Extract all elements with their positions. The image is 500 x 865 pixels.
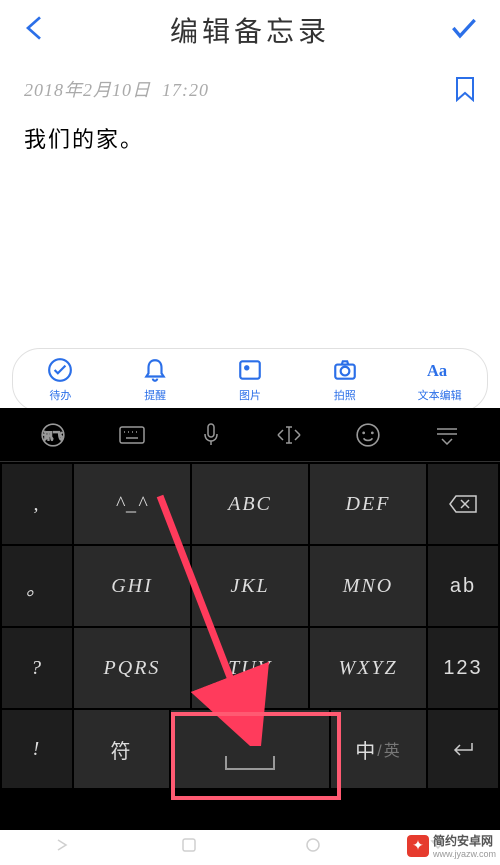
key-language[interactable]: 中/英 xyxy=(331,710,426,788)
key-period[interactable]: 。 xyxy=(2,546,72,626)
key-tuv[interactable]: TUV xyxy=(192,628,308,708)
kb-collapse-icon[interactable] xyxy=(407,425,486,445)
nav-home-icon[interactable] xyxy=(181,837,197,858)
svg-text:讯飞: 讯飞 xyxy=(44,430,64,442)
reminder-button[interactable]: 提醒 xyxy=(108,357,203,403)
camera-button[interactable]: 拍照 xyxy=(297,357,392,403)
tool-label: 图片 xyxy=(239,387,261,403)
key-123[interactable]: 123 xyxy=(428,628,498,708)
todo-button[interactable]: 待办 xyxy=(13,357,108,403)
kb-voice-icon[interactable] xyxy=(171,422,250,448)
memo-content[interactable]: 我们的家。 xyxy=(24,122,476,154)
watermark: ✦ 简约安卓网 www.jyazw.com xyxy=(407,832,496,859)
spacebar-icon xyxy=(225,756,275,770)
nav-back-icon[interactable] xyxy=(54,838,72,857)
tool-label: 文本编辑 xyxy=(418,387,462,403)
key-enter[interactable] xyxy=(428,710,498,788)
kb-cursor-icon[interactable] xyxy=(250,424,329,446)
key-ghi[interactable]: GHI xyxy=(74,546,190,626)
lang-alt: /英 xyxy=(377,737,401,761)
key-backspace[interactable] xyxy=(428,464,498,544)
lang-main: 中 xyxy=(355,735,377,764)
key-question[interactable]: ? xyxy=(2,628,72,708)
nav-circle-icon[interactable] xyxy=(305,837,321,858)
watermark-text: 简约安卓网 xyxy=(433,832,496,849)
memo-editor[interactable]: 2018年2月10日 17:20 我们的家。 xyxy=(0,60,500,170)
keyboard-toolbar: 讯飞 xyxy=(0,408,500,462)
editor-toolbar: 待办 提醒 图片 拍照 Aa 文本编辑 xyxy=(12,348,488,412)
key-jkl[interactable]: JKL xyxy=(192,546,308,626)
key-emoticon[interactable]: ^_^ xyxy=(74,464,190,544)
memo-date: 2018年2月10日 xyxy=(24,80,151,100)
kb-emoji-icon[interactable] xyxy=(329,422,408,448)
text-edit-button[interactable]: Aa 文本编辑 xyxy=(392,357,487,403)
key-symbol[interactable]: 符 xyxy=(74,710,169,788)
watermark-url: www.jyazw.com xyxy=(433,849,496,859)
key-abc[interactable]: ABC xyxy=(192,464,308,544)
svg-text:Aa: Aa xyxy=(427,361,447,380)
key-mno[interactable]: MNO xyxy=(310,546,426,626)
key-wxyz[interactable]: WXYZ xyxy=(310,628,426,708)
key-comma[interactable]: , xyxy=(2,464,72,544)
watermark-logo-icon: ✦ xyxy=(407,835,429,857)
mic-icon xyxy=(243,722,257,746)
tool-label: 待办 xyxy=(49,387,71,403)
kb-keyboard-icon[interactable] xyxy=(93,425,172,445)
memo-time: 17:20 xyxy=(162,80,209,100)
tool-label: 提醒 xyxy=(144,387,166,403)
key-exclaim[interactable]: ! xyxy=(2,710,72,788)
tool-label: 拍照 xyxy=(334,387,356,403)
page-title: 编辑备忘录 xyxy=(170,10,330,50)
key-pqrs[interactable]: PQRS xyxy=(74,628,190,708)
image-button[interactable]: 图片 xyxy=(203,357,298,403)
back-button[interactable] xyxy=(20,12,52,49)
memo-datetime: 2018年2月10日 17:20 xyxy=(24,76,476,102)
keyboard: 讯飞 , ^_^ ABC DEF 。 GHI JKL MNO ab ? PQRS xyxy=(0,408,500,830)
key-space-voice[interactable] xyxy=(171,710,329,788)
bookmark-button[interactable] xyxy=(454,76,476,107)
key-ab[interactable]: ab xyxy=(428,546,498,626)
confirm-button[interactable] xyxy=(448,12,480,49)
kb-logo-icon[interactable]: 讯飞 xyxy=(14,422,93,448)
key-def[interactable]: DEF xyxy=(310,464,426,544)
